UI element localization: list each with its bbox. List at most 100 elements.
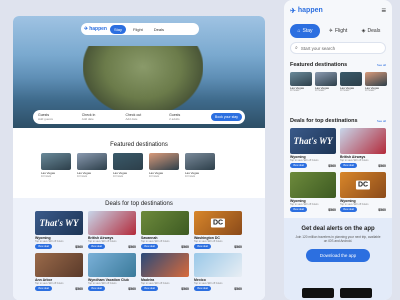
deal-card[interactable]: Wyndham Vacation Club Tap to save $20 off… [88,253,136,291]
deal-footer: View deal $560 [35,244,83,249]
search-field-0[interactable]: Guests Add guests [36,113,78,121]
deal-badge: DC [355,180,371,190]
view-deal-button[interactable]: View deal [88,286,105,291]
deal-card[interactable]: Savannah Tap to save $20 off hotels View d… [141,211,189,249]
view-deal-button[interactable]: View deal [340,207,357,212]
deal-price: $560 [378,163,386,168]
deal-card[interactable]: Ann Arbor Tap to save $20 off hotels View … [35,253,83,291]
see-all-link[interactable]: See all [377,63,386,67]
cta-text: Join 120 million travelers in planning y… [295,235,381,243]
view-deal-button[interactable]: View deal [35,286,52,291]
nav-stay[interactable]: Stay [109,24,126,34]
deal-card[interactable]: Mexico Tap to save $20 off hotels View dea… [194,253,242,291]
deal-image: DC [340,172,386,198]
deal-card[interactable]: DC Wyoming Tap to save $20 off hotels View … [340,172,386,212]
top-nav: ✈ happen Stay Flight Deals [81,23,199,35]
featured-meta: 10 hotels [315,90,325,92]
deal-image [35,253,83,277]
plane-icon: ✈ [290,7,296,15]
app-store-badge[interactable] [302,288,334,298]
deal-card[interactable]: That's WY Wyoming Tap to save $20 off hote… [290,128,336,168]
view-deal-button[interactable]: View deal [290,207,307,212]
deal-image [88,211,136,235]
deal-card[interactable]: Wyoming Tap to save $20 off hotels View de… [290,172,336,212]
nav-deals[interactable]: Deals [150,25,168,34]
deal-price: $560 [128,286,136,291]
deal-card[interactable]: DC Washington DC Tap to save $20 off hotel… [194,211,242,249]
deal-footer: View deal $560 [141,244,189,249]
deal-price: $560 [328,207,336,212]
featured-card[interactable]: Las Vegas 10 hotels [315,72,337,92]
search-icon: ⌕ [295,45,298,51]
view-deal-button[interactable]: View deal [141,244,158,249]
featured-card[interactable]: Las Vegas 10 hotels [340,72,362,92]
google-play-badge[interactable] [340,288,372,298]
plane-icon: ✈ [84,26,89,32]
view-deal-button[interactable]: View deal [194,286,211,291]
search-field-1[interactable]: Check in Add date [80,113,122,121]
deal-price: $560 [234,244,242,249]
mobile-deals-header: Deals for top destinations See all [290,118,386,124]
deal-price: $560 [75,244,83,249]
deal-subtitle: Tap to save $20 off hotels [35,282,64,285]
featured-image [113,153,143,170]
featured-meta: 10 hotels [185,175,196,178]
search-field-2[interactable]: Check out Add date [123,113,165,121]
mobile-featured-row: Las Vegas 10 hotels Las Vegas 10 hotels Las … [290,72,387,92]
deal-subtitle: Tap to save $20 off hotels [194,240,223,243]
featured-card[interactable]: Las Vegas 10 hotels [290,72,312,92]
cta-title: Get deal alerts on the app [301,226,375,232]
featured-card[interactable]: Las Vegas 10 hotels [113,153,143,178]
featured-card[interactable]: Las Vegas 10 hotels [41,153,71,178]
deal-subtitle: Tap to save $20 off hotels [35,240,64,243]
nav-flight[interactable]: Flight [129,25,147,34]
view-deal-button[interactable]: View deal [194,244,211,249]
mobile-search-input[interactable]: ⌕ Start your search [290,42,386,54]
featured-card[interactable]: Las Vegas 10 hotels [77,153,107,178]
tab-flight[interactable]: ✈ Flight [323,24,353,38]
deal-subtitle: Tap to save $20 off hotels [88,282,117,285]
deal-image: That's WY [35,211,83,235]
tab-deals[interactable]: ◈ Deals [356,24,386,38]
featured-card[interactable]: Las Vegas 10 hotels [149,153,179,178]
deal-footer: View deal $560 [194,286,242,291]
mobile-brand-logo[interactable]: ✈ happen [290,7,323,15]
deals-section: Deals for top destinations That's WY Wyom… [13,198,265,300]
featured-title: Featured destinations [110,142,168,148]
search-field-3[interactable]: Guests 2 adults [167,113,209,121]
view-deal-button[interactable]: View deal [35,244,52,249]
hero-image: ✈ happen Stay Flight Deals Guests Add gue… [13,16,265,128]
deal-card[interactable]: Madeira Tap to save $20 off hotels View de… [141,253,189,291]
tab-stay[interactable]: ⌂ Stay [290,24,320,38]
deal-badge: That's WY [293,136,333,146]
book-stay-button[interactable]: Book your stay [210,113,243,121]
deal-card[interactable]: British Airways Tap to save $20 off hotel… [88,211,136,249]
featured-card[interactable]: Las Vegas 10 hotels [185,153,215,178]
deal-card[interactable]: That's WY Wyoming Tap to save $20 off hote… [35,211,83,249]
featured-image [290,72,312,86]
brand-logo[interactable]: ✈ happen [84,26,107,32]
deal-card[interactable]: British Airways Tap to save $20 off hotel… [340,128,386,168]
deal-footer: View deal $560 [290,207,336,212]
deal-footer: View deal $560 [340,163,386,168]
featured-meta: 10 hotels [365,90,375,92]
bed-icon: ⌂ [297,28,301,34]
menu-icon[interactable]: ≡ [381,6,386,15]
view-deal-button[interactable]: View deal [141,286,158,291]
deal-subtitle: Tap to save $20 off hotels [88,240,117,243]
download-app-button[interactable]: Download the app [305,249,371,262]
view-deal-button[interactable]: View deal [290,163,307,168]
deal-price: $560 [75,286,83,291]
view-deal-button[interactable]: View deal [340,163,357,168]
featured-card[interactable]: Las Vegas 10 hotels [365,72,387,92]
see-all-link[interactable]: See all [377,119,386,123]
view-deal-button[interactable]: View deal [88,244,105,249]
mobile-header: ✈ happen ≡ [290,6,386,15]
deal-image [141,253,189,277]
featured-meta: 10 hotels [340,90,350,92]
deal-footer: View deal $560 [88,244,136,249]
deal-image [290,172,336,198]
deals-title: Deals for top destinations [105,201,173,207]
deal-badge: That's WY [39,218,79,228]
deal-footer: View deal $560 [35,286,83,291]
